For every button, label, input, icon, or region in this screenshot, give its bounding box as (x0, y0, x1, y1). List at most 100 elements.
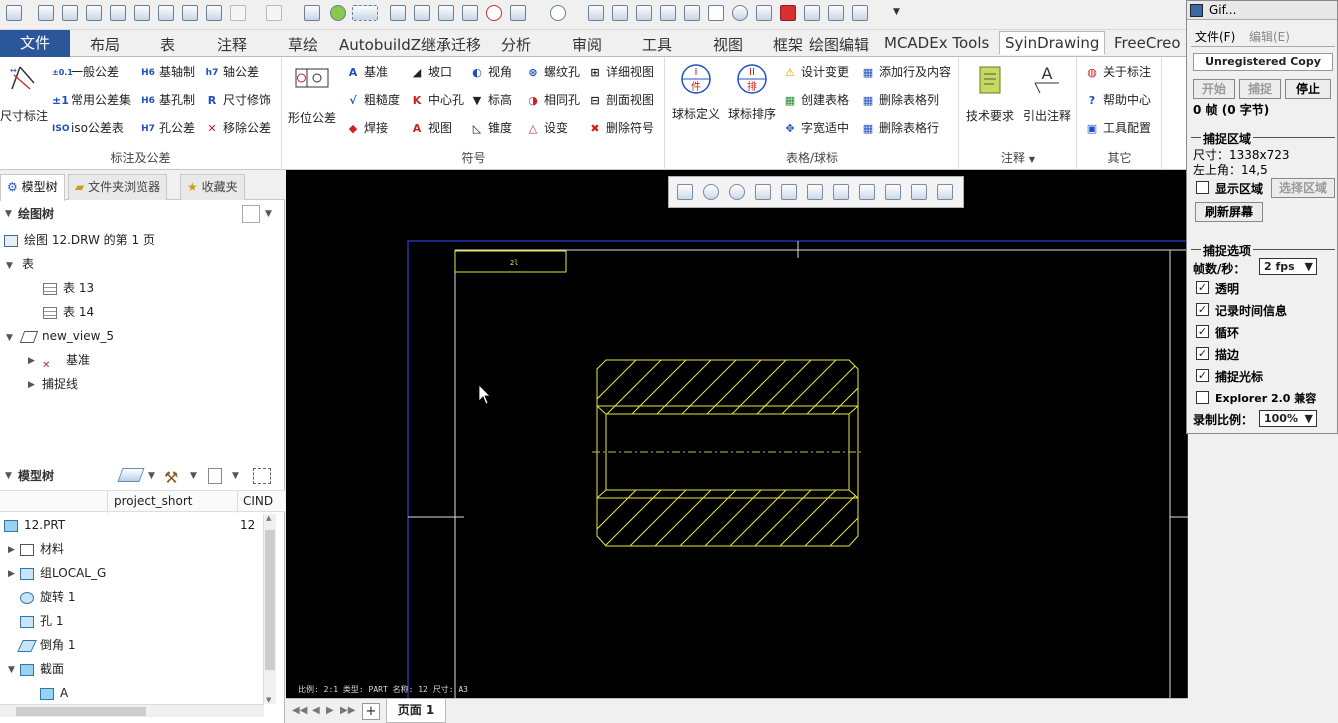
thread-hole-button[interactable]: ⊛ 螺纹孔 (525, 63, 580, 81)
tech-req-button[interactable]: 技术要求 (962, 65, 1018, 123)
calendar-icon[interactable] (684, 5, 700, 21)
gif-refresh-button[interactable]: 刷新屏幕 (1195, 202, 1263, 222)
close-red-icon[interactable] (780, 5, 796, 21)
gif-border-checkbox[interactable]: ✓ (1196, 347, 1209, 360)
gif-capture-button[interactable]: 捕捉 (1239, 79, 1281, 99)
grid-icon[interactable] (708, 5, 724, 21)
select-box-icon[interactable] (352, 5, 378, 21)
zoom-fit-icon[interactable] (677, 184, 693, 200)
col-cind[interactable]: CIND (243, 494, 273, 508)
shaft-tol-button[interactable]: h7 轴公差 (204, 63, 259, 81)
gif-cursor-checkbox[interactable]: ✓ (1196, 369, 1209, 382)
add-sheet-button[interactable]: + (362, 703, 380, 720)
gif-show-region-checkbox[interactable] (1196, 181, 1209, 194)
delete-row-button[interactable]: ▦ 删除表格行 (860, 119, 939, 137)
expand-table-icon[interactable]: ▼ (6, 261, 13, 271)
model-item-section[interactable]: 截面 (20, 658, 64, 680)
about-button[interactable]: ◍ 关于标注 (1084, 63, 1151, 81)
delete-col-button[interactable]: ▦ 删除表格列 (860, 91, 939, 109)
tab-tools[interactable]: 工具 (642, 34, 672, 55)
gif-menu-file[interactable]: 文件(F) (1195, 28, 1235, 45)
model-item-revolve[interactable]: 旋转 1 (20, 586, 75, 608)
expand-group-icon[interactable]: ▶ (8, 569, 15, 579)
cube-icon[interactable] (852, 5, 868, 21)
section-view-button[interactable]: ⊟ 剖面视图 (587, 91, 654, 109)
orient-icon[interactable] (781, 184, 797, 200)
tab-drawing-edit[interactable]: 绘图编辑 (809, 34, 869, 55)
copy-icon[interactable] (636, 5, 652, 21)
new-file-icon[interactable] (38, 5, 54, 21)
form-tol-button[interactable]: 形位公差 (286, 65, 338, 125)
center-hole-button[interactable]: K 中心孔 (409, 91, 464, 109)
pencil-icon[interactable] (588, 5, 604, 21)
prev-sheet-icon[interactable]: ◀ (312, 705, 320, 716)
settings-icon[interactable] (182, 5, 198, 21)
remove-tol-button[interactable]: ✕ 移除公差 (204, 119, 271, 137)
gif-loop-checkbox[interactable]: ✓ (1196, 325, 1209, 338)
gif-scale-select[interactable]: 100% ▼ (1259, 410, 1317, 427)
col-project-short[interactable]: project_short (114, 494, 193, 508)
tools-dropdown-icon[interactable]: ▼ (190, 463, 197, 489)
drawing-tree-header[interactable]: ▼ 绘图树 ▼ (0, 201, 285, 227)
shaft-base-button[interactable]: H6 基轴制 (140, 63, 195, 81)
gif-timing-checkbox[interactable]: ✓ (1196, 303, 1209, 316)
datum-display-icon[interactable] (833, 184, 849, 200)
scroll-thumb[interactable] (265, 530, 275, 670)
model-tree-scrollbar[interactable]: ▲ ▼ (263, 514, 276, 704)
tree-settings-dropdown-icon[interactable]: ▼ (265, 201, 272, 227)
target-icon[interactable] (486, 5, 502, 21)
roughness-button[interactable]: √ 粗糙度 (345, 91, 400, 109)
hole-tol-button[interactable]: H7 孔公差 (140, 119, 195, 137)
size-dim-button[interactable]: ↔ 尺寸标注 (0, 63, 48, 123)
tab-view[interactable]: 视图 (713, 34, 743, 55)
balloon-def-button[interactable]: 件 I 球标定义 (670, 63, 722, 121)
repaint-icon[interactable] (755, 184, 771, 200)
expand-datum-icon[interactable]: ▶ (28, 356, 35, 366)
tab-file[interactable]: 文件 (0, 30, 70, 57)
drawing-canvas[interactable]: 2l 比例: 2:1 类型: PART 名称: 12 尺寸: A3 (286, 170, 1189, 702)
tab-favorites[interactable]: ★ 收藏夹 (180, 174, 245, 200)
tab-layout[interactable]: 布局 (90, 34, 120, 55)
part-section-view[interactable] (566, 350, 931, 560)
gif-fps-select[interactable]: 2 fps ▼ (1259, 258, 1317, 275)
redo-icon[interactable] (266, 5, 282, 21)
tab-analysis[interactable]: 分析 (501, 34, 531, 55)
layer-icon[interactable] (117, 468, 145, 482)
help-button[interactable]: ? 帮助中心 (1084, 91, 1151, 109)
gif-start-button[interactable]: 开始 (1193, 79, 1235, 99)
zoom-in-icon[interactable] (703, 184, 719, 200)
open-folder-icon[interactable] (86, 5, 102, 21)
clipboard-icon[interactable] (438, 5, 454, 21)
weld-button[interactable]: ◆ 焊接 (345, 119, 388, 137)
elevation-button[interactable]: ▼ 标高 (469, 91, 512, 109)
view-angle-button[interactable]: ◐ 视角 (469, 63, 512, 81)
text-icon[interactable] (304, 5, 320, 21)
drawing-svg[interactable]: 2l 比例: 2:1 类型: PART 名称: 12 尺寸: A3 (286, 170, 1189, 702)
open-file-icon[interactable] (62, 5, 78, 21)
model-tree-header[interactable]: ▼ 模型树 ▼ ⚒ ▼ ▼ (0, 463, 285, 489)
gif-select-region-button[interactable]: 选择区域 (1271, 178, 1335, 198)
model-item-group[interactable]: 组LOCAL_G (20, 562, 106, 584)
tab-review[interactable]: 审阅 (572, 34, 602, 55)
same-hole-button[interactable]: ◑ 相同孔 (525, 91, 580, 109)
paste-icon[interactable] (660, 5, 676, 21)
layer-dropdown-icon[interactable]: ▼ (148, 463, 155, 489)
filter-icon[interactable] (253, 468, 271, 484)
axis-display-icon[interactable] (885, 184, 901, 200)
delete-symbol-button[interactable]: ✖ 删除符号 (587, 119, 654, 137)
regenerate-icon[interactable] (206, 5, 222, 21)
tab-model-tree[interactable]: ⚙ 模型树 (0, 174, 65, 201)
gif-menu-edit[interactable]: 编辑(E) (1249, 28, 1290, 45)
globe-icon[interactable] (330, 5, 346, 21)
tab-sketch[interactable]: 草绘 (288, 34, 318, 55)
brush-icon[interactable] (462, 5, 478, 21)
hscroll-thumb[interactable] (16, 707, 146, 716)
save-icon[interactable] (110, 5, 126, 21)
model-item-section-a[interactable]: A (40, 682, 68, 704)
model-tree-hscroll[interactable] (0, 704, 264, 717)
model-item-part[interactable]: 12.PRT (4, 514, 65, 536)
tree-item-table-14[interactable]: 表 14 (43, 301, 94, 323)
leader-note-button[interactable]: A 引出注释 (1020, 65, 1074, 123)
add-row-col-button[interactable]: ▦ 添加行及内容 (860, 63, 951, 81)
point-display-icon[interactable] (911, 184, 927, 200)
